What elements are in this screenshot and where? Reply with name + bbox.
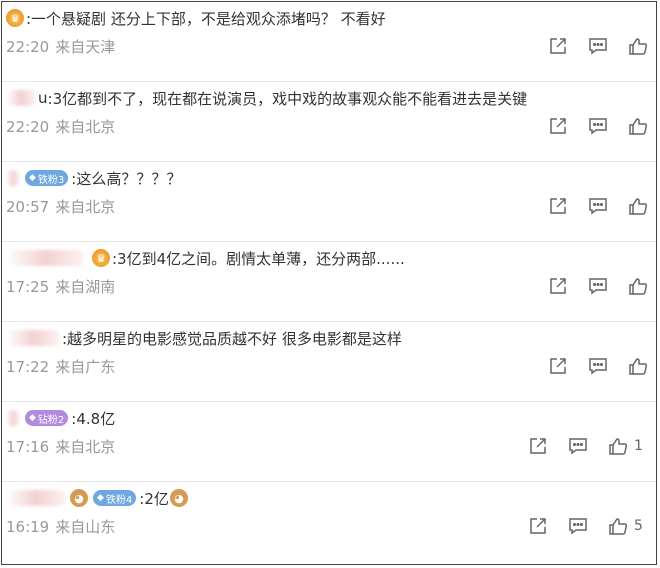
comment-location: 来自山东 bbox=[55, 518, 116, 536]
comment-time: 22:20 bbox=[6, 38, 50, 56]
comment-actions bbox=[530, 34, 650, 58]
comment-actions bbox=[530, 274, 650, 298]
fan-badge: ◆ 铁粉3 bbox=[25, 170, 69, 186]
comment-text: :越多明星的电影感觉品质越不好 很多电影都是这样 bbox=[62, 329, 402, 348]
comment-text: :这么高？？？？ bbox=[71, 169, 182, 188]
comment-icon[interactable] bbox=[586, 114, 610, 138]
blurred-username bbox=[6, 250, 84, 266]
comment-time: 22:20 bbox=[6, 118, 50, 136]
share-icon[interactable] bbox=[546, 274, 570, 298]
comment-line: ◆ 钻粉2 :4.8亿 bbox=[6, 406, 115, 430]
share-icon[interactable] bbox=[526, 514, 550, 538]
comment-actions: 1 bbox=[510, 434, 643, 458]
comment-item: :越多明星的电影感觉品质越不好 很多电影都是这样 17:22 来自广东 bbox=[2, 322, 656, 402]
comment-item: ◆ 铁粉3 :这么高？？？？ 20:57 来自北京 bbox=[2, 162, 656, 242]
comment-item: ♛ :3亿到4亿之间。剧情太单薄，还分两部...... 17:25 来自湖南 bbox=[2, 242, 656, 322]
comment-text: :3亿到4亿之间。剧情太单薄，还分两部...... bbox=[112, 249, 405, 268]
comment-line: :越多明星的电影感觉品质越不好 很多电影都是这样 bbox=[6, 326, 402, 350]
like-icon[interactable] bbox=[626, 354, 650, 378]
username-tail: u bbox=[38, 89, 48, 107]
comment-icon[interactable] bbox=[586, 34, 610, 58]
like-count: 5 bbox=[634, 518, 643, 534]
comment-line: ◕ ◆ 铁粉4 :2亿 ◕ bbox=[6, 486, 188, 510]
share-icon[interactable] bbox=[546, 194, 570, 218]
comment-time: 16:19 bbox=[6, 518, 50, 536]
comment-location: 来自天津 bbox=[55, 38, 116, 56]
comment-icon[interactable] bbox=[586, 194, 610, 218]
blurred-username bbox=[6, 90, 36, 106]
comment-item: ◕ ◆ 铁粉4 :2亿 ◕ 16:19 来自山东 5 bbox=[2, 482, 656, 564]
comment-location: 来自广东 bbox=[55, 358, 116, 376]
comment-meta: 22:20 来自北京 bbox=[6, 116, 115, 137]
fan-badge-label: 铁粉3 bbox=[37, 174, 65, 186]
comment-icon[interactable] bbox=[566, 434, 590, 458]
comment-item: ◆ 钻粉2 :4.8亿 17:16 来自北京 1 bbox=[2, 402, 656, 482]
fan-badge: ◆ 铁粉4 bbox=[93, 490, 137, 506]
comment-time: 17:22 bbox=[6, 358, 50, 376]
comment-icon[interactable] bbox=[586, 274, 610, 298]
comment-item: ♛ :一个悬疑剧 还分上下部，不是给观众添堵吗？ 不看好 22:20 来自天津 bbox=[2, 2, 656, 82]
comment-line: ♛ :3亿到4亿之间。剧情太单薄，还分两部...... bbox=[6, 246, 405, 270]
diamond-icon: ◆ bbox=[29, 173, 36, 183]
comment-meta: 17:25 来自湖南 bbox=[6, 276, 115, 297]
crown-badge-icon: ♛ bbox=[6, 9, 24, 27]
comment-actions: 5 bbox=[510, 514, 643, 538]
crown-badge-icon: ♛ bbox=[92, 249, 110, 267]
comment-time: 20:57 bbox=[6, 198, 50, 216]
share-icon[interactable] bbox=[526, 434, 550, 458]
share-icon[interactable] bbox=[546, 114, 570, 138]
like-count: 1 bbox=[634, 438, 643, 454]
comment-actions bbox=[530, 354, 650, 378]
comment-line: ◆ 铁粉3 :这么高？？？？ bbox=[6, 166, 181, 190]
comment-text: :一个悬疑剧 还分上下部，不是给观众添堵吗？ 不看好 bbox=[26, 9, 386, 28]
comment-icon[interactable] bbox=[566, 514, 590, 538]
blurred-username bbox=[6, 170, 20, 186]
share-icon[interactable] bbox=[546, 34, 570, 58]
comment-actions bbox=[530, 194, 650, 218]
like-icon[interactable] bbox=[626, 114, 650, 138]
like-icon[interactable] bbox=[626, 274, 650, 298]
diamond-icon: ◆ bbox=[29, 413, 36, 423]
fan-badge-label: 铁粉4 bbox=[105, 494, 133, 506]
comment-time: 17:16 bbox=[6, 438, 50, 456]
comment-location: 来自北京 bbox=[55, 118, 116, 136]
blurred-username bbox=[6, 410, 20, 426]
cat-emoji-icon: ◕ bbox=[169, 489, 188, 507]
dog-emoji-icon: ◕ bbox=[70, 489, 88, 507]
blurred-username bbox=[6, 490, 66, 506]
comment-text: :4.8亿 bbox=[71, 409, 116, 428]
comment-text: :2亿 bbox=[139, 489, 169, 508]
like-icon[interactable] bbox=[626, 194, 650, 218]
comment-location: 来自北京 bbox=[55, 438, 116, 456]
like-icon[interactable] bbox=[606, 434, 630, 458]
fan-badge-label: 钻粉2 bbox=[37, 414, 65, 426]
comment-text: :3亿都到不了，现在都在说演员，戏中戏的故事观众能不能看进去是关键 bbox=[47, 89, 528, 108]
comment-line: u :3亿都到不了，现在都在说演员，戏中戏的故事观众能不能看进去是关键 bbox=[6, 86, 527, 110]
comment-actions bbox=[530, 114, 650, 138]
diamond-icon: ◆ bbox=[97, 493, 104, 503]
comment-list: ♛ :一个悬疑剧 还分上下部，不是给观众添堵吗？ 不看好 22:20 来自天津 u… bbox=[1, 1, 657, 565]
like-icon[interactable] bbox=[626, 34, 650, 58]
comment-meta: 16:19 来自山东 bbox=[6, 516, 115, 537]
comment-meta: 20:57 来自北京 bbox=[6, 196, 115, 217]
comment-line: ♛ :一个悬疑剧 还分上下部，不是给观众添堵吗？ 不看好 bbox=[6, 6, 386, 30]
comment-location: 来自北京 bbox=[55, 198, 116, 216]
comment-meta: 22:20 来自天津 bbox=[6, 36, 115, 57]
comment-location: 来自湖南 bbox=[55, 278, 116, 296]
share-icon[interactable] bbox=[546, 354, 570, 378]
comment-meta: 17:22 来自广东 bbox=[6, 356, 115, 377]
like-icon[interactable] bbox=[606, 514, 630, 538]
fan-badge: ◆ 钻粉2 bbox=[25, 410, 69, 426]
comment-meta: 17:16 来自北京 bbox=[6, 436, 115, 457]
comment-icon[interactable] bbox=[586, 354, 610, 378]
comment-time: 17:25 bbox=[6, 278, 50, 296]
blurred-username bbox=[6, 330, 60, 346]
comment-item: u :3亿都到不了，现在都在说演员，戏中戏的故事观众能不能看进去是关键 22:2… bbox=[2, 82, 656, 162]
